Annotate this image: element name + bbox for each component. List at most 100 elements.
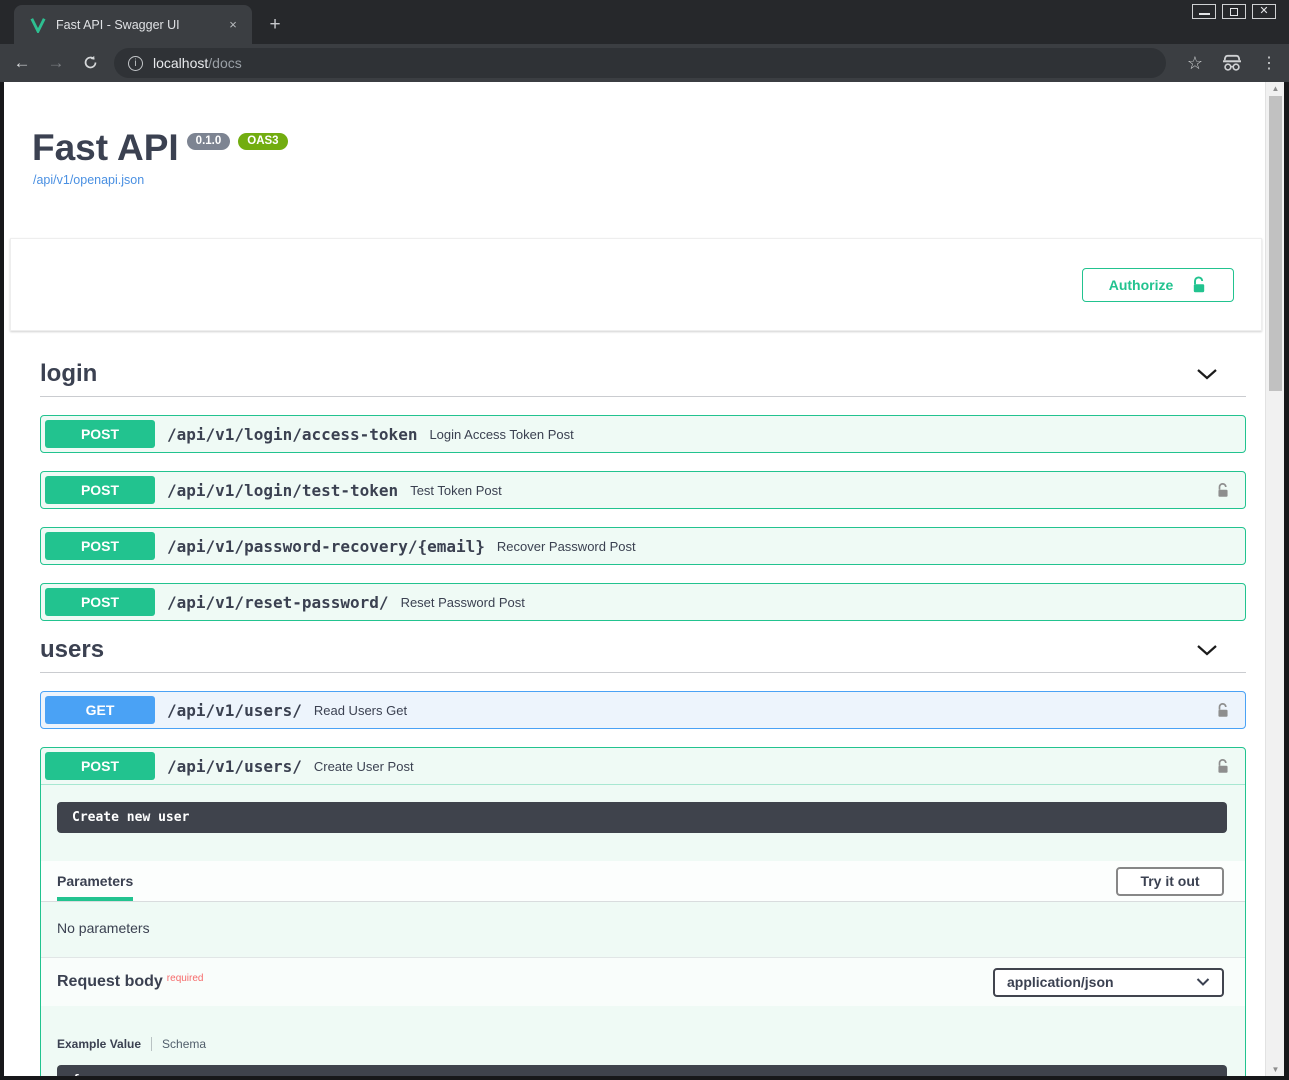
scrollbar-down-arrow[interactable]: ▼	[1266, 1063, 1285, 1076]
section-header[interactable]: users	[40, 630, 1246, 670]
tab-close-icon[interactable]: ×	[224, 16, 242, 34]
api-title-text: Fast API	[32, 127, 179, 169]
method-badge: POST	[45, 588, 155, 616]
endpoint-description: Test Token Post	[410, 483, 1216, 498]
method-badge: POST	[45, 476, 155, 504]
try-it-out-button[interactable]: Try it out	[1116, 867, 1224, 896]
endpoint-path: /api/v1/login/access-token	[167, 425, 417, 444]
schema-tab[interactable]: Schema	[162, 1037, 206, 1051]
endpoint-summary[interactable]: POST /api/v1/login/access-token Login Ac…	[41, 416, 1245, 452]
browser-toolbar: ← → i localhost/docs ☆ ⋮	[0, 44, 1289, 82]
fastapi-favicon-icon	[30, 17, 46, 33]
authorize-button[interactable]: Authorize	[1082, 268, 1234, 302]
auth-lock-button[interactable]	[1216, 482, 1233, 499]
page-scrollbar[interactable]: ▲ ▼	[1265, 82, 1284, 1076]
section-header[interactable]: login	[40, 354, 1246, 394]
endpoint-opblock: POST /api/v1/login/access-token Login Ac…	[40, 415, 1246, 453]
endpoint-summary[interactable]: POST /api/v1/password-recovery/{email} R…	[41, 528, 1245, 564]
chevron-down-icon[interactable]	[1196, 644, 1218, 656]
chevron-down-icon[interactable]	[1196, 368, 1218, 380]
endpoint-opblock: POST /api/v1/password-recovery/{email} R…	[40, 527, 1246, 565]
authorize-label: Authorize	[1109, 277, 1174, 293]
section-rows: POST /api/v1/login/access-token Login Ac…	[40, 415, 1246, 621]
close-icon: ✕	[1259, 6, 1268, 17]
section-divider	[40, 396, 1246, 397]
method-badge: POST	[45, 752, 155, 780]
scheme-container: Authorize	[10, 238, 1262, 331]
endpoint-description: Login Access Token Post	[429, 427, 1233, 442]
unlocked-padlock-icon	[1216, 482, 1230, 499]
incognito-icon	[1217, 54, 1247, 72]
request-body-row: Request body required application/json	[41, 957, 1245, 1006]
maximize-icon	[1230, 8, 1238, 16]
endpoint-summary[interactable]: POST /api/v1/login/test-token Test Token…	[41, 472, 1245, 508]
endpoint-description: Reset Password Post	[401, 595, 1233, 610]
section-login: login POST /api/v1/login/access-token Lo…	[40, 354, 1246, 621]
example-code-block[interactable]: {	[57, 1065, 1227, 1076]
version-badge: 0.1.0	[187, 133, 231, 150]
tab-title: Fast API - Swagger UI	[56, 18, 224, 32]
window-minimize-button[interactable]	[1192, 4, 1216, 19]
section-title: users	[40, 636, 1196, 664]
forward-button[interactable]: →	[44, 51, 68, 75]
page-info-icon[interactable]: i	[128, 56, 143, 71]
content-type-value: application/json	[1007, 974, 1114, 990]
unlocked-padlock-icon	[1191, 276, 1207, 294]
url-host: localhost	[153, 55, 208, 71]
browser-menu-icon[interactable]: ⋮	[1257, 53, 1281, 73]
tab-separator	[151, 1037, 152, 1051]
reload-icon	[82, 54, 99, 71]
new-tab-button[interactable]: +	[262, 12, 288, 38]
endpoint-opblock: GET /api/v1/users/ Read Users Get	[40, 691, 1246, 729]
endpoint-summary[interactable]: GET /api/v1/users/ Read Users Get	[41, 692, 1245, 728]
browser-window: Fast API - Swagger UI × + ✕ ← → i localh…	[0, 0, 1289, 1080]
endpoint-path: /api/v1/login/test-token	[167, 481, 398, 500]
endpoint-path: /api/v1/password-recovery/{email}	[167, 537, 485, 556]
back-button[interactable]: ←	[10, 51, 34, 75]
opblock-body: Create new user Parameters Try it out No…	[41, 784, 1245, 1076]
endpoint-description: Recover Password Post	[497, 539, 1233, 554]
parameters-tab[interactable]: Parameters	[57, 873, 133, 889]
endpoint-summary[interactable]: POST /api/v1/reset-password/ Reset Passw…	[41, 584, 1245, 620]
section-divider	[40, 672, 1246, 673]
url-path: /docs	[208, 55, 241, 71]
endpoint-path: /api/v1/users/	[167, 701, 302, 720]
oas3-badge: OAS3	[238, 133, 287, 150]
required-label: required	[167, 973, 204, 984]
unlocked-padlock-icon	[1216, 702, 1230, 719]
section-rows: GET /api/v1/users/ Read Users Get POST /…	[40, 691, 1246, 1076]
window-maximize-button[interactable]	[1222, 4, 1246, 19]
section-users: users GET /api/v1/users/ Read Users Get …	[40, 630, 1246, 1076]
window-close-button[interactable]: ✕	[1252, 4, 1276, 19]
bookmark-star-icon[interactable]: ☆	[1181, 53, 1209, 74]
operation-description: Create new user	[57, 802, 1227, 833]
section-title: login	[40, 360, 1196, 388]
scrollbar-thumb[interactable]	[1269, 96, 1282, 391]
endpoint-summary[interactable]: POST /api/v1/users/ Create User Post	[41, 748, 1245, 784]
auth-lock-button[interactable]	[1216, 702, 1233, 719]
parameters-header: Parameters Try it out	[41, 861, 1245, 902]
url-text[interactable]: localhost/docs	[153, 55, 242, 71]
endpoint-description: Read Users Get	[314, 703, 1216, 718]
request-body-label: Request body required	[57, 973, 204, 991]
minimize-icon	[1199, 13, 1210, 15]
browser-tab[interactable]: Fast API - Swagger UI ×	[14, 5, 252, 44]
example-value-tab[interactable]: Example Value	[57, 1037, 141, 1051]
endpoint-description: Create User Post	[314, 759, 1216, 774]
scrollbar-up-arrow[interactable]: ▲	[1266, 82, 1285, 95]
endpoint-path: /api/v1/users/	[167, 757, 302, 776]
method-badge: POST	[45, 532, 155, 560]
method-badge: GET	[45, 696, 155, 724]
auth-lock-button[interactable]	[1216, 758, 1233, 775]
unlocked-padlock-icon	[1216, 758, 1230, 775]
endpoint-opblock: POST /api/v1/users/ Create User Post Cre…	[40, 747, 1246, 1076]
address-bar[interactable]: i localhost/docs	[114, 48, 1166, 78]
reload-button[interactable]	[78, 51, 102, 75]
tab-strip: Fast API - Swagger UI × + ✕	[0, 0, 1289, 44]
chevron-down-icon	[1196, 978, 1210, 986]
request-body-text: Request body	[57, 973, 163, 990]
openapi-spec-link[interactable]: /api/v1/openapi.json	[33, 173, 144, 187]
api-title: Fast API 0.1.0 OAS3	[32, 127, 288, 169]
content-type-select[interactable]: application/json	[993, 968, 1224, 997]
endpoint-opblock: POST /api/v1/login/test-token Test Token…	[40, 471, 1246, 509]
